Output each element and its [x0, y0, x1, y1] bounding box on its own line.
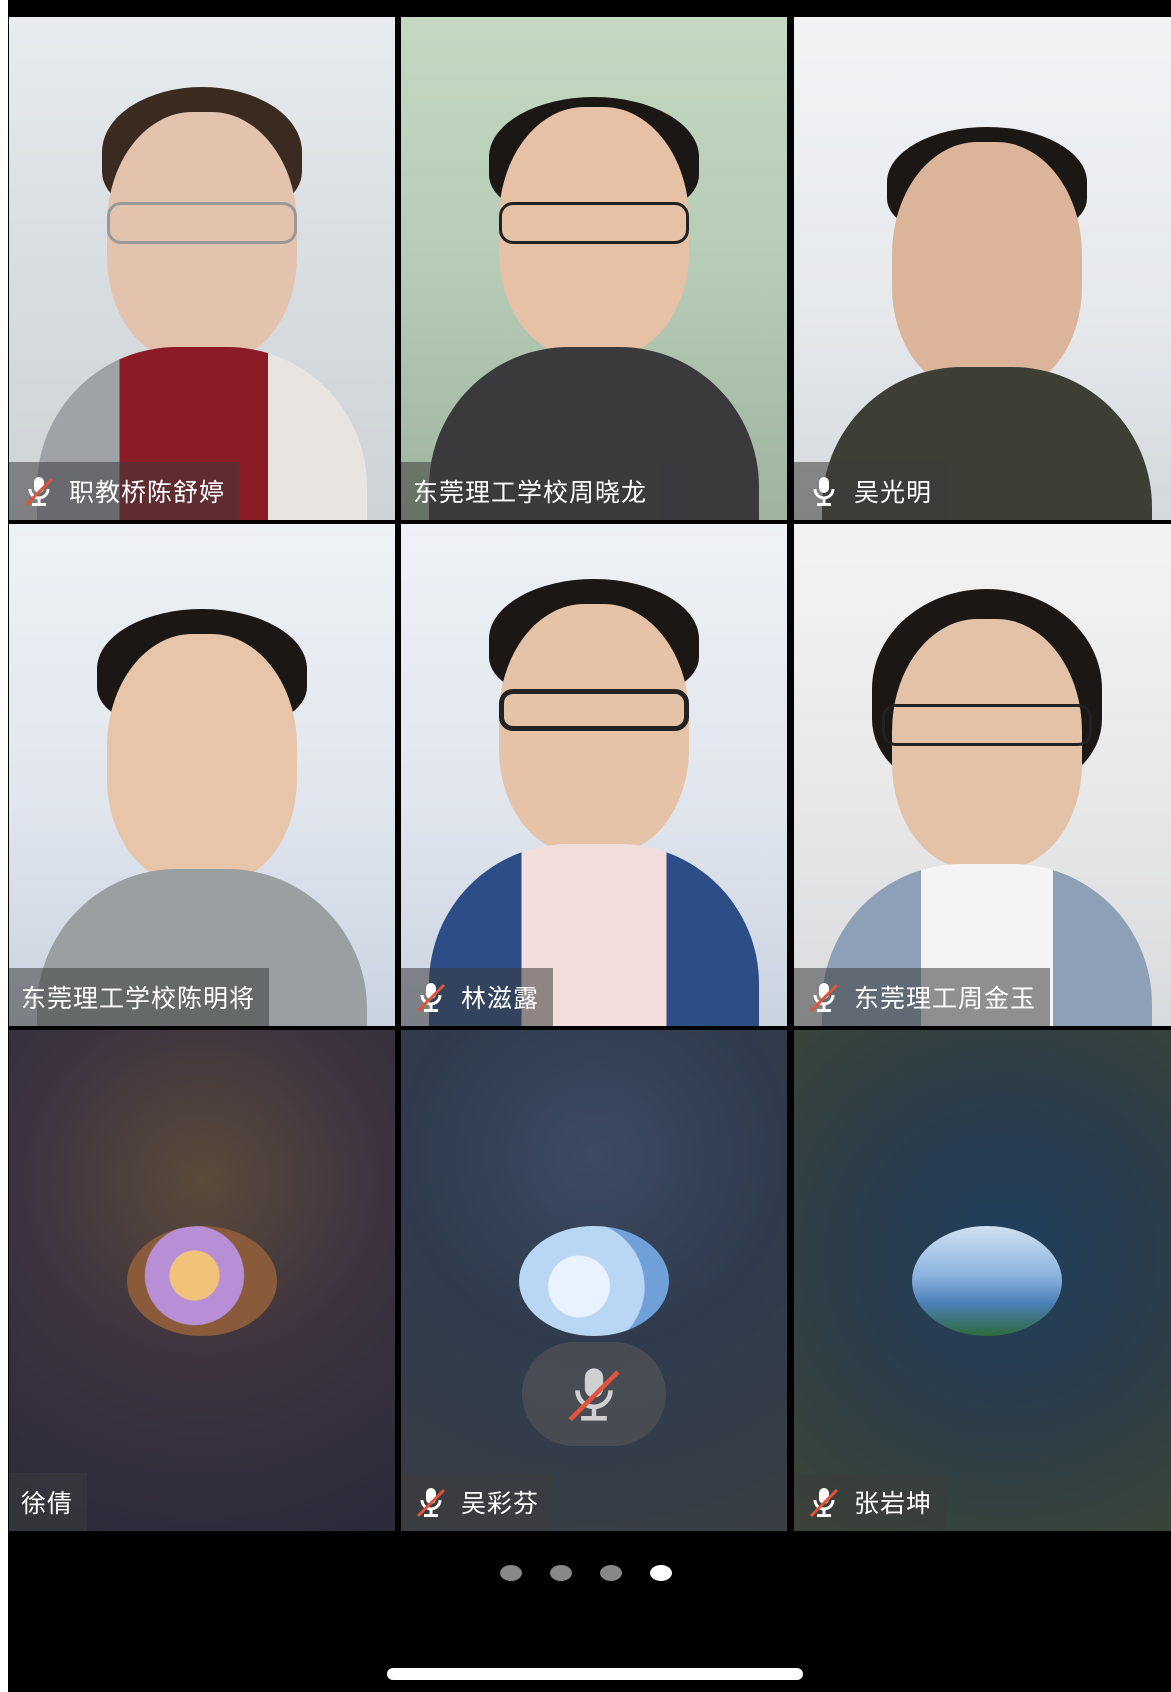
participant-name: 东莞理工学校陈明将: [21, 984, 256, 1013]
video-grid: 职教桥陈舒婷 东莞理工学校周晓龙 吴光明 东莞理工学校陈明将 林滋露 东莞理工周…: [9, 17, 1171, 1531]
mic-muted-icon: [809, 983, 839, 1013]
page-dot[interactable]: [599, 1565, 622, 1581]
participant-name-tag: 吴光明: [794, 462, 947, 520]
participant-name: 东莞理工学校周晓龙: [413, 478, 648, 507]
participant-name-tag: 东莞理工周金玉: [794, 968, 1051, 1026]
mute-status-bubble: [522, 1342, 666, 1446]
mic-muted-icon: [416, 983, 446, 1013]
participant-name: 东莞理工周金玉: [854, 984, 1037, 1013]
page-dot[interactable]: [549, 1565, 572, 1581]
page-dot[interactable]: [499, 1565, 522, 1581]
participant-name: 徐倩: [21, 1489, 74, 1518]
mic-muted-icon: [809, 1488, 839, 1518]
meeting-screen: 职教桥陈舒婷 东莞理工学校周晓龙 吴光明 东莞理工学校陈明将 林滋露 东莞理工周…: [0, 0, 1171, 1692]
participant-tile[interactable]: 吴彩芬: [401, 1030, 787, 1531]
home-indicator[interactable]: [387, 1668, 803, 1680]
participant-name: 吴彩芬: [461, 1489, 540, 1518]
participant-tile[interactable]: 徐倩: [9, 1030, 395, 1531]
mic-icon: [813, 477, 835, 506]
participant-tile[interactable]: 东莞理工学校陈明将: [9, 524, 395, 1026]
left-edge-strip: [0, 0, 8, 1692]
page-dot-active[interactable]: [649, 1565, 672, 1581]
participant-name: 职教桥陈舒婷: [69, 478, 226, 507]
participant-name-tag: 职教桥陈舒婷: [9, 462, 240, 520]
participant-tile[interactable]: 东莞理工学校周晓龙: [401, 17, 787, 520]
participant-avatar: [519, 1226, 669, 1336]
participant-tile[interactable]: 东莞理工周金玉: [794, 524, 1171, 1026]
participant-name-tag: 林滋露: [401, 968, 554, 1026]
participant-tile[interactable]: 林滋露: [401, 524, 787, 1026]
mic-muted-icon: [416, 1488, 446, 1518]
participant-tile[interactable]: 张岩坤: [794, 1030, 1171, 1531]
participant-name: 张岩坤: [854, 1489, 933, 1518]
participant-name-tag: 吴彩芬: [401, 1473, 554, 1531]
participant-tile[interactable]: 吴光明: [794, 17, 1171, 520]
participant-name: 吴光明: [854, 478, 933, 507]
participant-name-tag: 徐倩: [9, 1473, 88, 1531]
participant-name-tag: 张岩坤: [794, 1473, 947, 1531]
participant-tile[interactable]: 职教桥陈舒婷: [9, 17, 395, 520]
mic-muted-icon: [24, 477, 54, 507]
participant-name-tag: 东莞理工学校周晓龙: [401, 462, 662, 520]
participant-name-tag: 东莞理工学校陈明将: [9, 968, 270, 1026]
mic-muted-icon: [568, 1368, 620, 1422]
page-indicator[interactable]: [0, 1565, 1171, 1581]
participant-avatar: [912, 1226, 1062, 1336]
participant-name: 林滋露: [461, 984, 540, 1013]
participant-avatar: [127, 1226, 277, 1336]
